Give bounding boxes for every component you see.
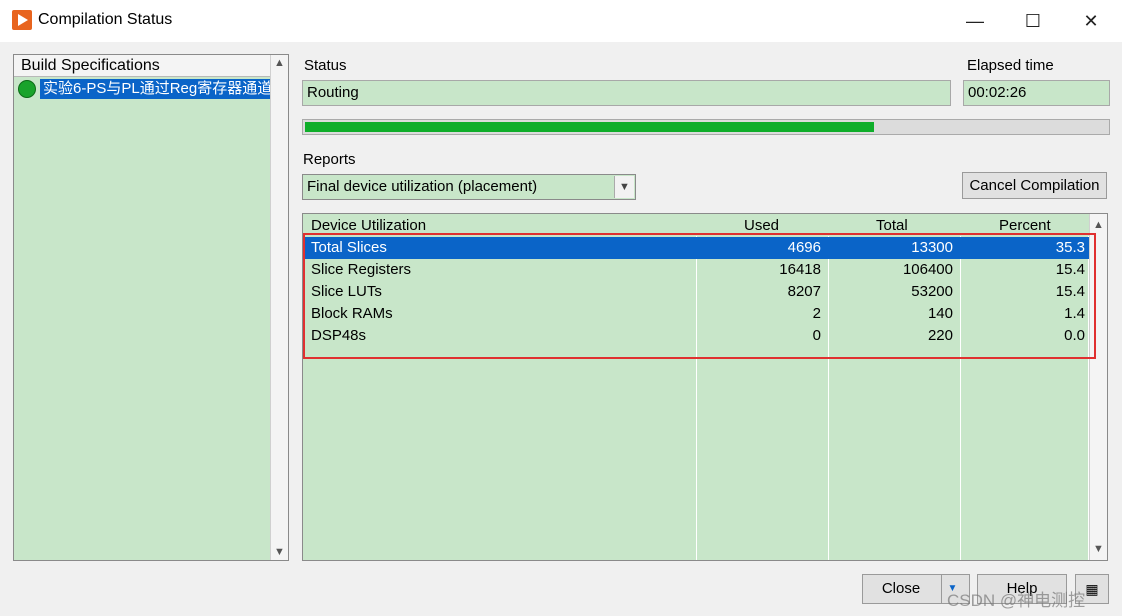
close-button-label: Close	[881, 580, 921, 597]
elapsed-time-field: 00:02:26	[963, 80, 1110, 106]
cancel-compilation-button[interactable]: Cancel Compilation	[962, 172, 1107, 199]
scroll-up-arrow-icon[interactable]: ▲	[1090, 217, 1107, 233]
build-spec-item[interactable]: 实验6-PS与PL通过Reg寄存器通道	[18, 79, 276, 99]
header-used[interactable]: Used	[744, 217, 779, 234]
reports-dropdown[interactable]: Final device utilization (placement) ▼	[302, 174, 636, 200]
header-percent[interactable]: Percent	[999, 217, 1051, 234]
annotation-highlight-box	[303, 233, 1096, 359]
close-window-button[interactable]: ✕	[1062, 0, 1120, 42]
watermark: CSDN @神电测控	[947, 591, 1086, 610]
scroll-down-arrow-icon[interactable]: ▼	[1090, 541, 1107, 557]
minimize-button[interactable]: —	[946, 0, 1004, 42]
scroll-up-arrow-icon[interactable]: ▲	[271, 55, 288, 71]
progress-fill	[305, 122, 874, 132]
compilation-progress-bar	[302, 119, 1110, 135]
scroll-down-arrow-icon[interactable]: ▼	[271, 544, 288, 560]
build-specifications-header: Build Specifications	[14, 55, 288, 77]
chevron-down-icon[interactable]: ▼	[614, 176, 634, 198]
header-total[interactable]: Total	[876, 217, 908, 234]
status-label: Status	[304, 57, 347, 74]
header-device-utilization[interactable]: Device Utilization	[311, 217, 426, 234]
build-spec-label: 实验6-PS与PL通过Reg寄存器通道	[40, 79, 276, 99]
reports-label: Reports	[303, 151, 356, 168]
app-icon	[12, 10, 32, 30]
reports-selected-value: Final device utilization (placement)	[307, 178, 538, 195]
build-specifications-list[interactable]: Build Specifications 实验6-PS与PL通过Reg寄存器通道…	[13, 54, 289, 561]
maximize-button[interactable]: ☐	[1004, 0, 1062, 42]
elapsed-time-label: Elapsed time	[967, 57, 1054, 74]
window-title: Compilation Status	[38, 11, 173, 28]
build-specs-scrollbar[interactable]: ▲ ▼	[270, 55, 288, 560]
title-bar: Compilation Status — ☐ ✕	[0, 0, 1122, 42]
status-field: Routing	[302, 80, 951, 106]
compilation-status-window: Compilation Status — ☐ ✕ Build Specifica…	[0, 0, 1122, 616]
status-ok-icon	[18, 80, 36, 98]
